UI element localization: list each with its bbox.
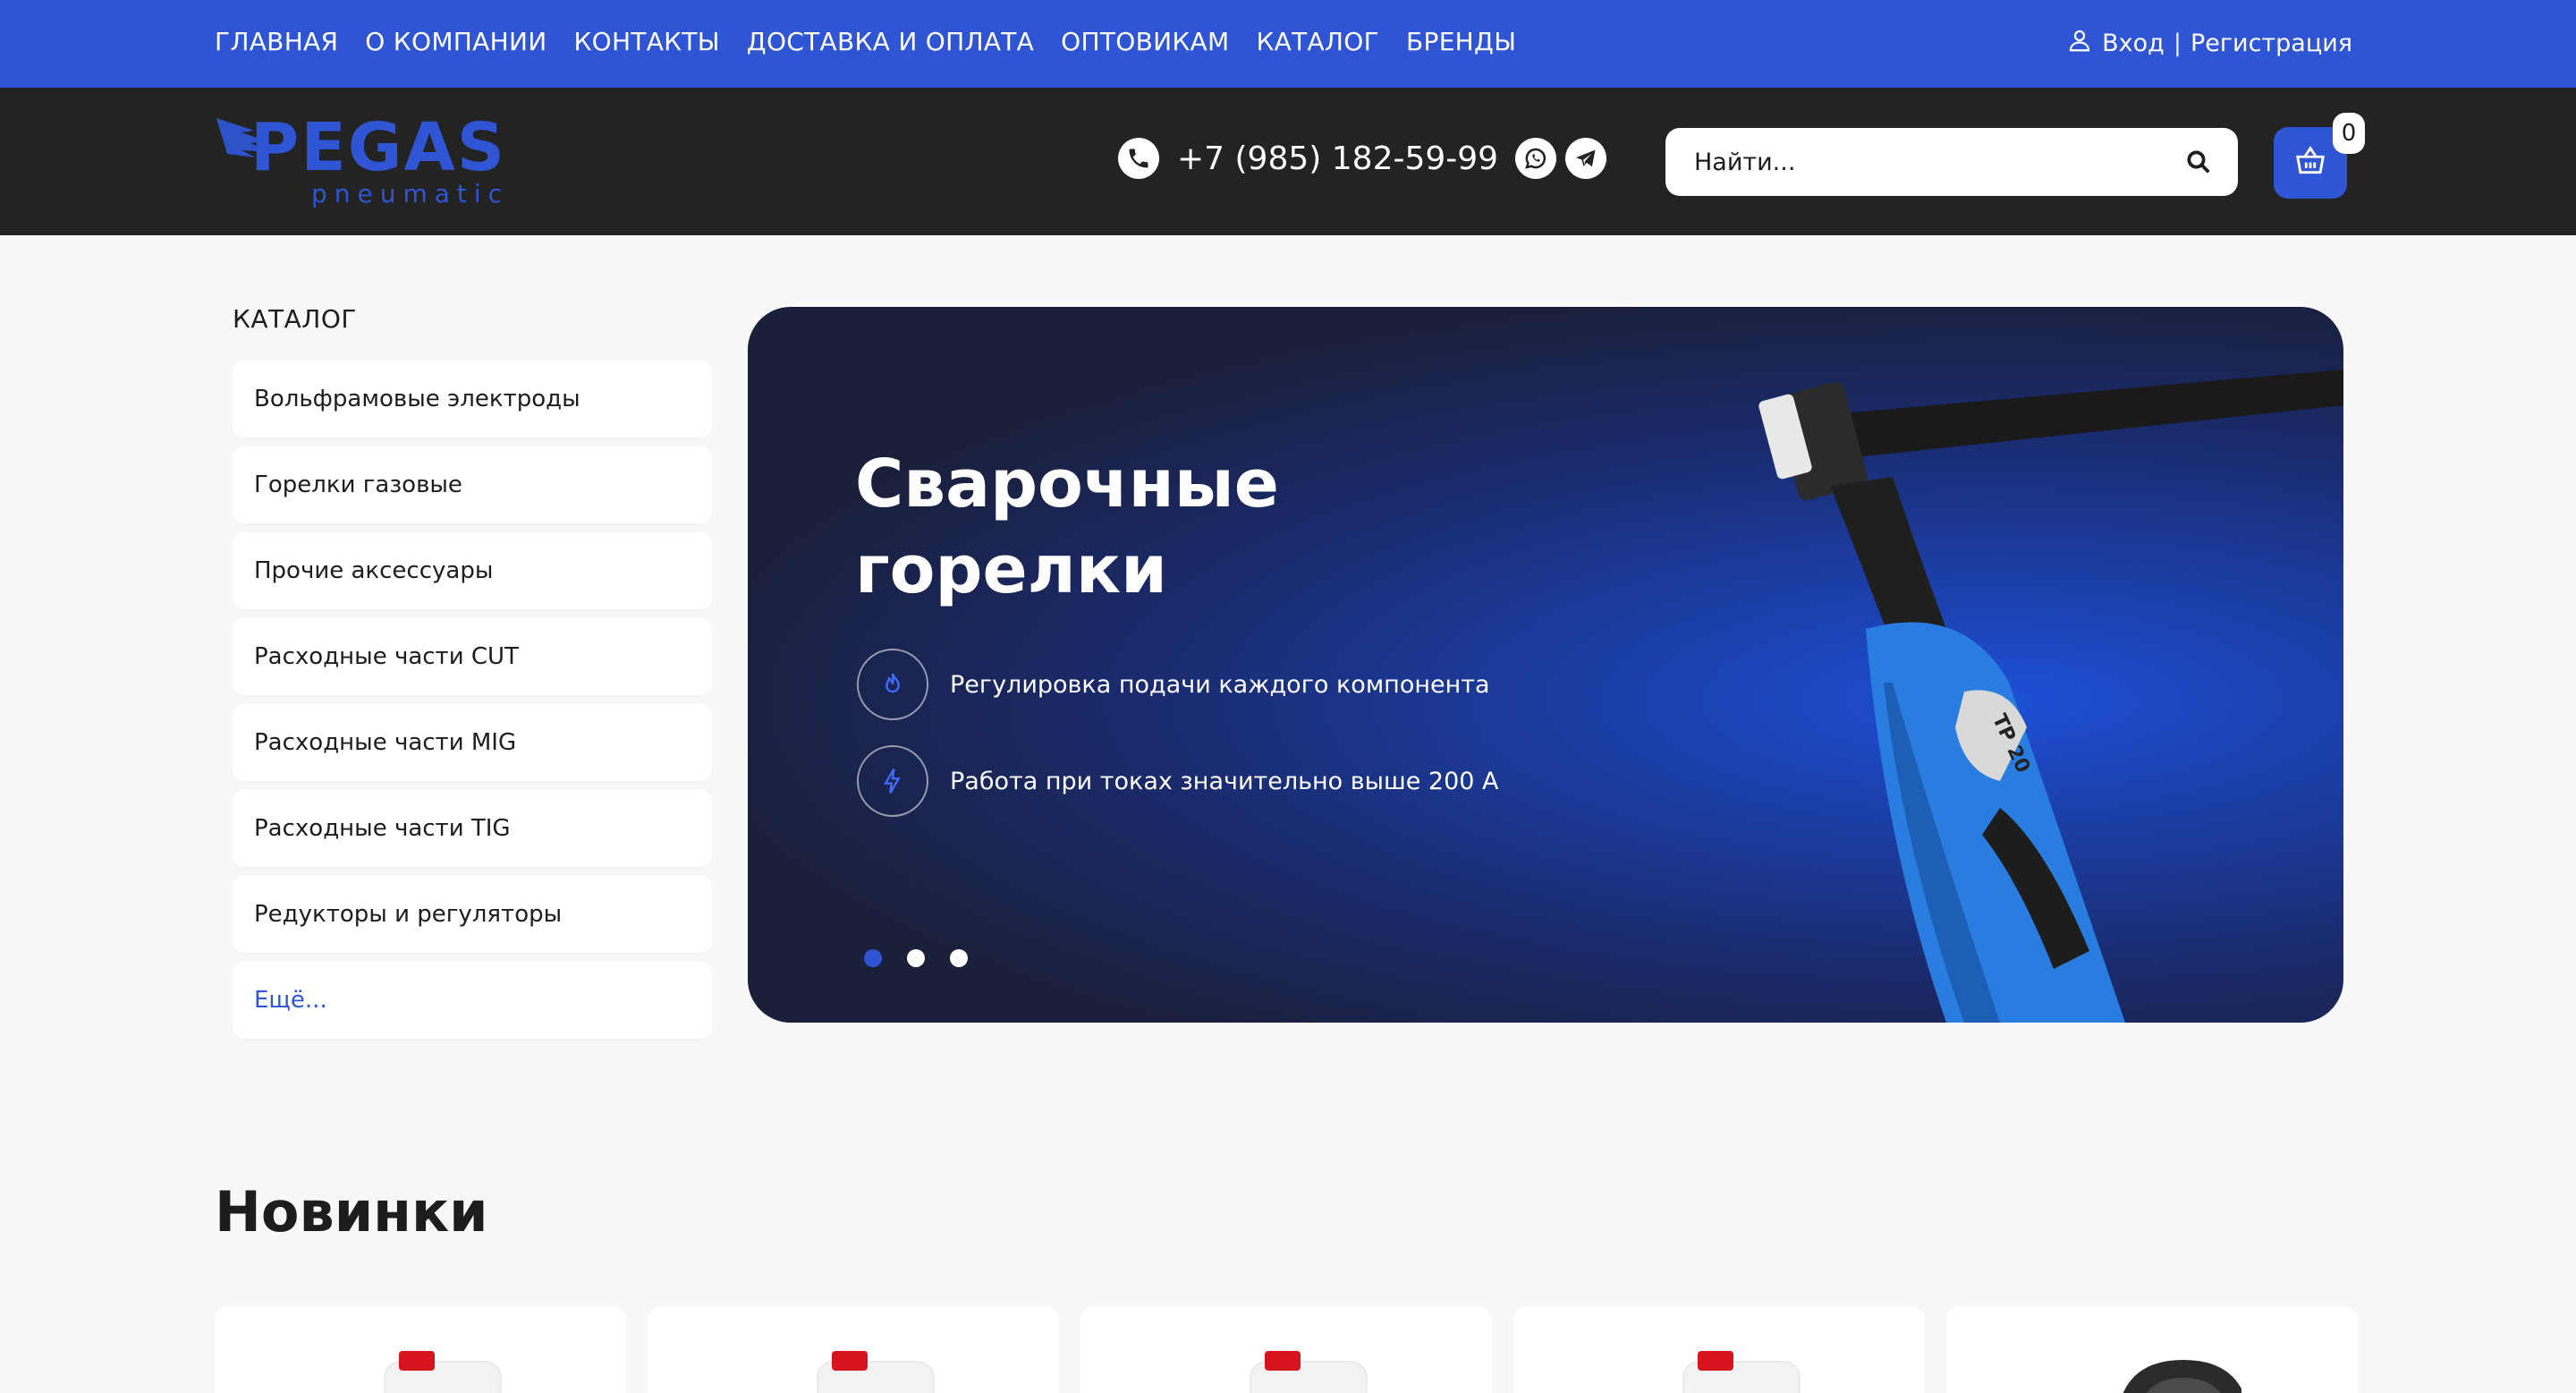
product-image (1250, 1351, 1368, 1393)
catalog-item-gas-torches[interactable]: Горелки газовые (233, 446, 712, 523)
product-card[interactable] (1513, 1306, 1925, 1393)
banner-feature: Работа при токах значительно выше 200 А (857, 745, 1498, 817)
product-image (384, 1351, 502, 1393)
catalog-item-mig-parts[interactable]: Расходные части MIG (233, 704, 712, 781)
banner-feature: Регулировка подачи каждого компонента (857, 649, 1490, 720)
slider-dots (864, 949, 968, 967)
auth-links: Вход | Регистрация (2066, 27, 2352, 60)
search-box (1665, 128, 2238, 196)
register-link[interactable]: Регистрация (2190, 30, 2352, 57)
whatsapp-icon[interactable] (1515, 138, 1556, 179)
catalog-item-tig-parts[interactable]: Расходные части TIG (233, 790, 712, 867)
new-items-title: Новинки (215, 1179, 488, 1244)
catalog-title: КАТАЛОГ (233, 304, 357, 334)
basket-icon (2293, 144, 2327, 182)
welding-torch-image: TP 20 (1758, 369, 2343, 1023)
catalog-item-cut-parts[interactable]: Расходные части CUT (233, 618, 712, 695)
search-input[interactable] (1694, 144, 2159, 180)
slider-dot-3[interactable] (950, 949, 968, 967)
catalog-item-accessories[interactable]: Прочие аксессуары (233, 532, 712, 609)
nav-item-contacts[interactable]: КОНТАКТЫ (573, 27, 719, 56)
nav-item-delivery[interactable]: ДОСТАВКА И ОПЛАТА (747, 27, 1034, 56)
nav-item-catalog[interactable]: КАТАЛОГ (1256, 27, 1379, 56)
catalog-item-regulators[interactable]: Редукторы и регуляторы (233, 876, 712, 953)
banner-title: Сварочные горелки (855, 446, 1279, 608)
phone-number[interactable]: +7 (985) 182-59-99 (1177, 140, 1498, 177)
hero-banner[interactable]: TP 20 Сварочные горелки Регулировка пода… (748, 307, 2343, 1023)
nav-item-wholesale[interactable]: ОПТОВИКАМ (1061, 27, 1229, 56)
login-link[interactable]: Вход (2102, 30, 2165, 57)
slider-dot-2[interactable] (907, 949, 925, 967)
logo[interactable]: PEGAS pneumatic (215, 109, 519, 209)
catalog-list: Вольфрамовые электроды Горелки газовые П… (233, 361, 712, 1048)
banner-feature-text: Регулировка подачи каждого компонента (950, 670, 1490, 699)
product-grid (215, 1306, 2358, 1393)
nav-item-home[interactable]: ГЛАВНАЯ (215, 27, 338, 56)
phone-icon (1118, 138, 1159, 179)
product-image (2123, 1360, 2241, 1393)
product-card[interactable] (1946, 1306, 2358, 1393)
cart-button[interactable]: 0 (2274, 113, 2365, 199)
user-icon (2066, 27, 2093, 60)
catalog-item-tungsten-electrodes[interactable]: Вольфрамовые электроды (233, 361, 712, 437)
telegram-icon[interactable] (1565, 138, 1606, 179)
product-card[interactable] (1080, 1306, 1492, 1393)
search-icon[interactable] (2181, 144, 2216, 180)
top-navigation: ГЛАВНАЯ О КОМПАНИИ КОНТАКТЫ ДОСТАВКА И О… (0, 0, 2576, 88)
main-menu: ГЛАВНАЯ О КОМПАНИИ КОНТАКТЫ ДОСТАВКА И О… (215, 27, 1516, 56)
flame-icon (857, 649, 928, 720)
slider-dot-1[interactable] (864, 949, 882, 967)
phone-block[interactable]: +7 (985) 182-59-99 (1118, 138, 1498, 179)
svg-text:pneumatic: pneumatic (311, 179, 509, 208)
nav-item-about[interactable]: О КОМПАНИИ (365, 27, 547, 56)
catalog-more-link[interactable]: Ещё... (233, 962, 712, 1039)
product-card[interactable] (648, 1306, 1059, 1393)
svg-text:PEGAS: PEGAS (250, 111, 506, 186)
nav-item-brands[interactable]: БРЕНДЫ (1406, 27, 1516, 56)
product-card[interactable] (215, 1306, 626, 1393)
cart-count-badge: 0 (2333, 113, 2365, 154)
product-image (1682, 1351, 1801, 1393)
social-links (1515, 138, 1606, 179)
site-header: PEGAS pneumatic +7 (985) 182-59-99 0 (0, 88, 2576, 235)
banner-feature-text: Работа при токах значительно выше 200 А (950, 767, 1499, 795)
auth-separator: | (2173, 30, 2182, 57)
lightning-icon (857, 745, 928, 817)
product-image (817, 1351, 935, 1393)
